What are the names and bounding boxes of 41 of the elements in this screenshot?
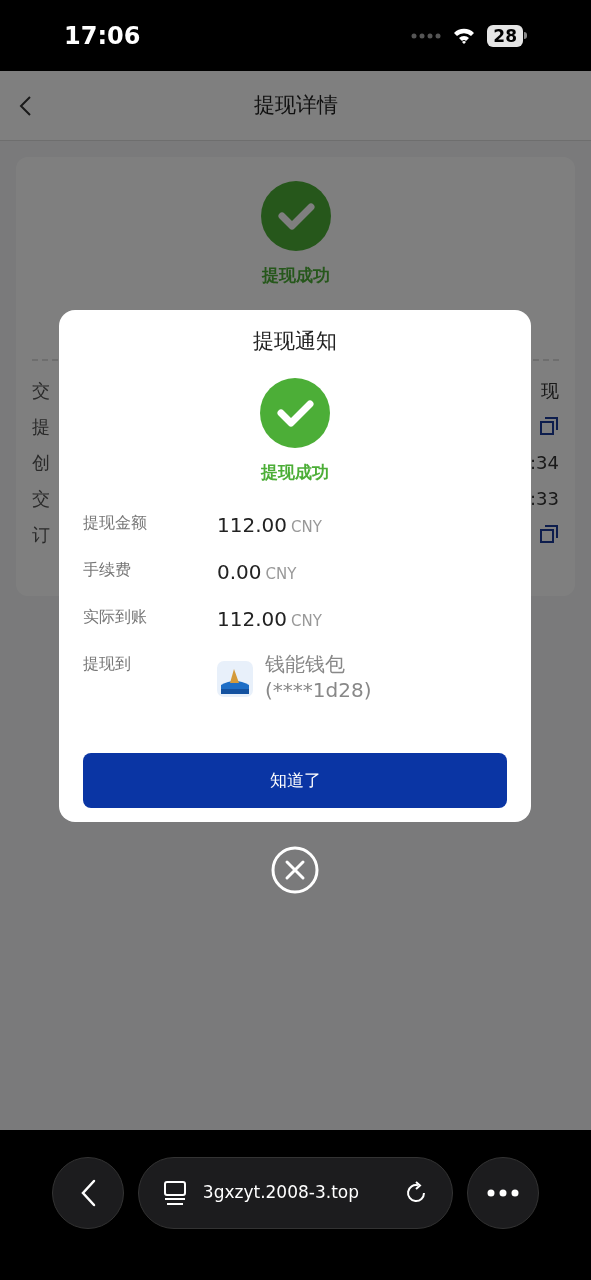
close-icon[interactable] [271,846,319,894]
amount-value: 112.00 [217,512,287,539]
wallet-account: (****1d28) [265,677,372,703]
amount-value: 0.00 [217,559,262,586]
currency-unit: CNY [291,517,322,538]
status-text: 提现成功 [261,264,330,287]
success-icon [260,377,330,448]
dialog-title: 提现通知 [253,328,337,355]
clock-time: 17:06 [64,20,141,52]
tabs-icon[interactable] [162,1180,187,1206]
field-label: 实际到账 [83,606,148,628]
status-text: 提现成功 [261,460,329,484]
url-text: 3gxzyt.2008-3.top [202,1181,360,1205]
copy-icon[interactable] [539,524,559,544]
detail-label: 订 [32,522,50,547]
wallet-name: 钱能钱包 [265,651,346,677]
back-icon[interactable] [18,94,32,117]
field-label: 提现到 [83,653,132,675]
battery-icon: 28 [487,24,523,47]
amount-value: 112.00 [217,606,287,633]
signal-icon [411,32,442,39]
detail-value: :33 [530,486,559,511]
detail-value: 现 [541,378,559,403]
detail-label: 交 [32,486,50,511]
currency-unit: CNY [265,564,297,585]
field-label: 手续费 [83,559,132,581]
detail-label: 交 [32,378,50,403]
wallet-app-icon [217,661,253,697]
confirm-button[interactable]: 知道了 [83,753,507,808]
more-icon [487,1189,520,1197]
success-icon [260,181,331,251]
detail-label: 创 [32,450,50,475]
page-title: 提现详情 [253,91,338,119]
detail-value: :34 [530,450,559,475]
copy-icon[interactable] [539,416,559,436]
back-icon [79,1179,96,1207]
currency-unit: CNY [291,611,322,632]
detail-label: 提 [32,414,50,439]
field-label: 提现金额 [83,512,148,534]
wifi-icon [453,27,476,44]
address-bar[interactable]: 3gxzyt.2008-3.top [137,1157,454,1229]
